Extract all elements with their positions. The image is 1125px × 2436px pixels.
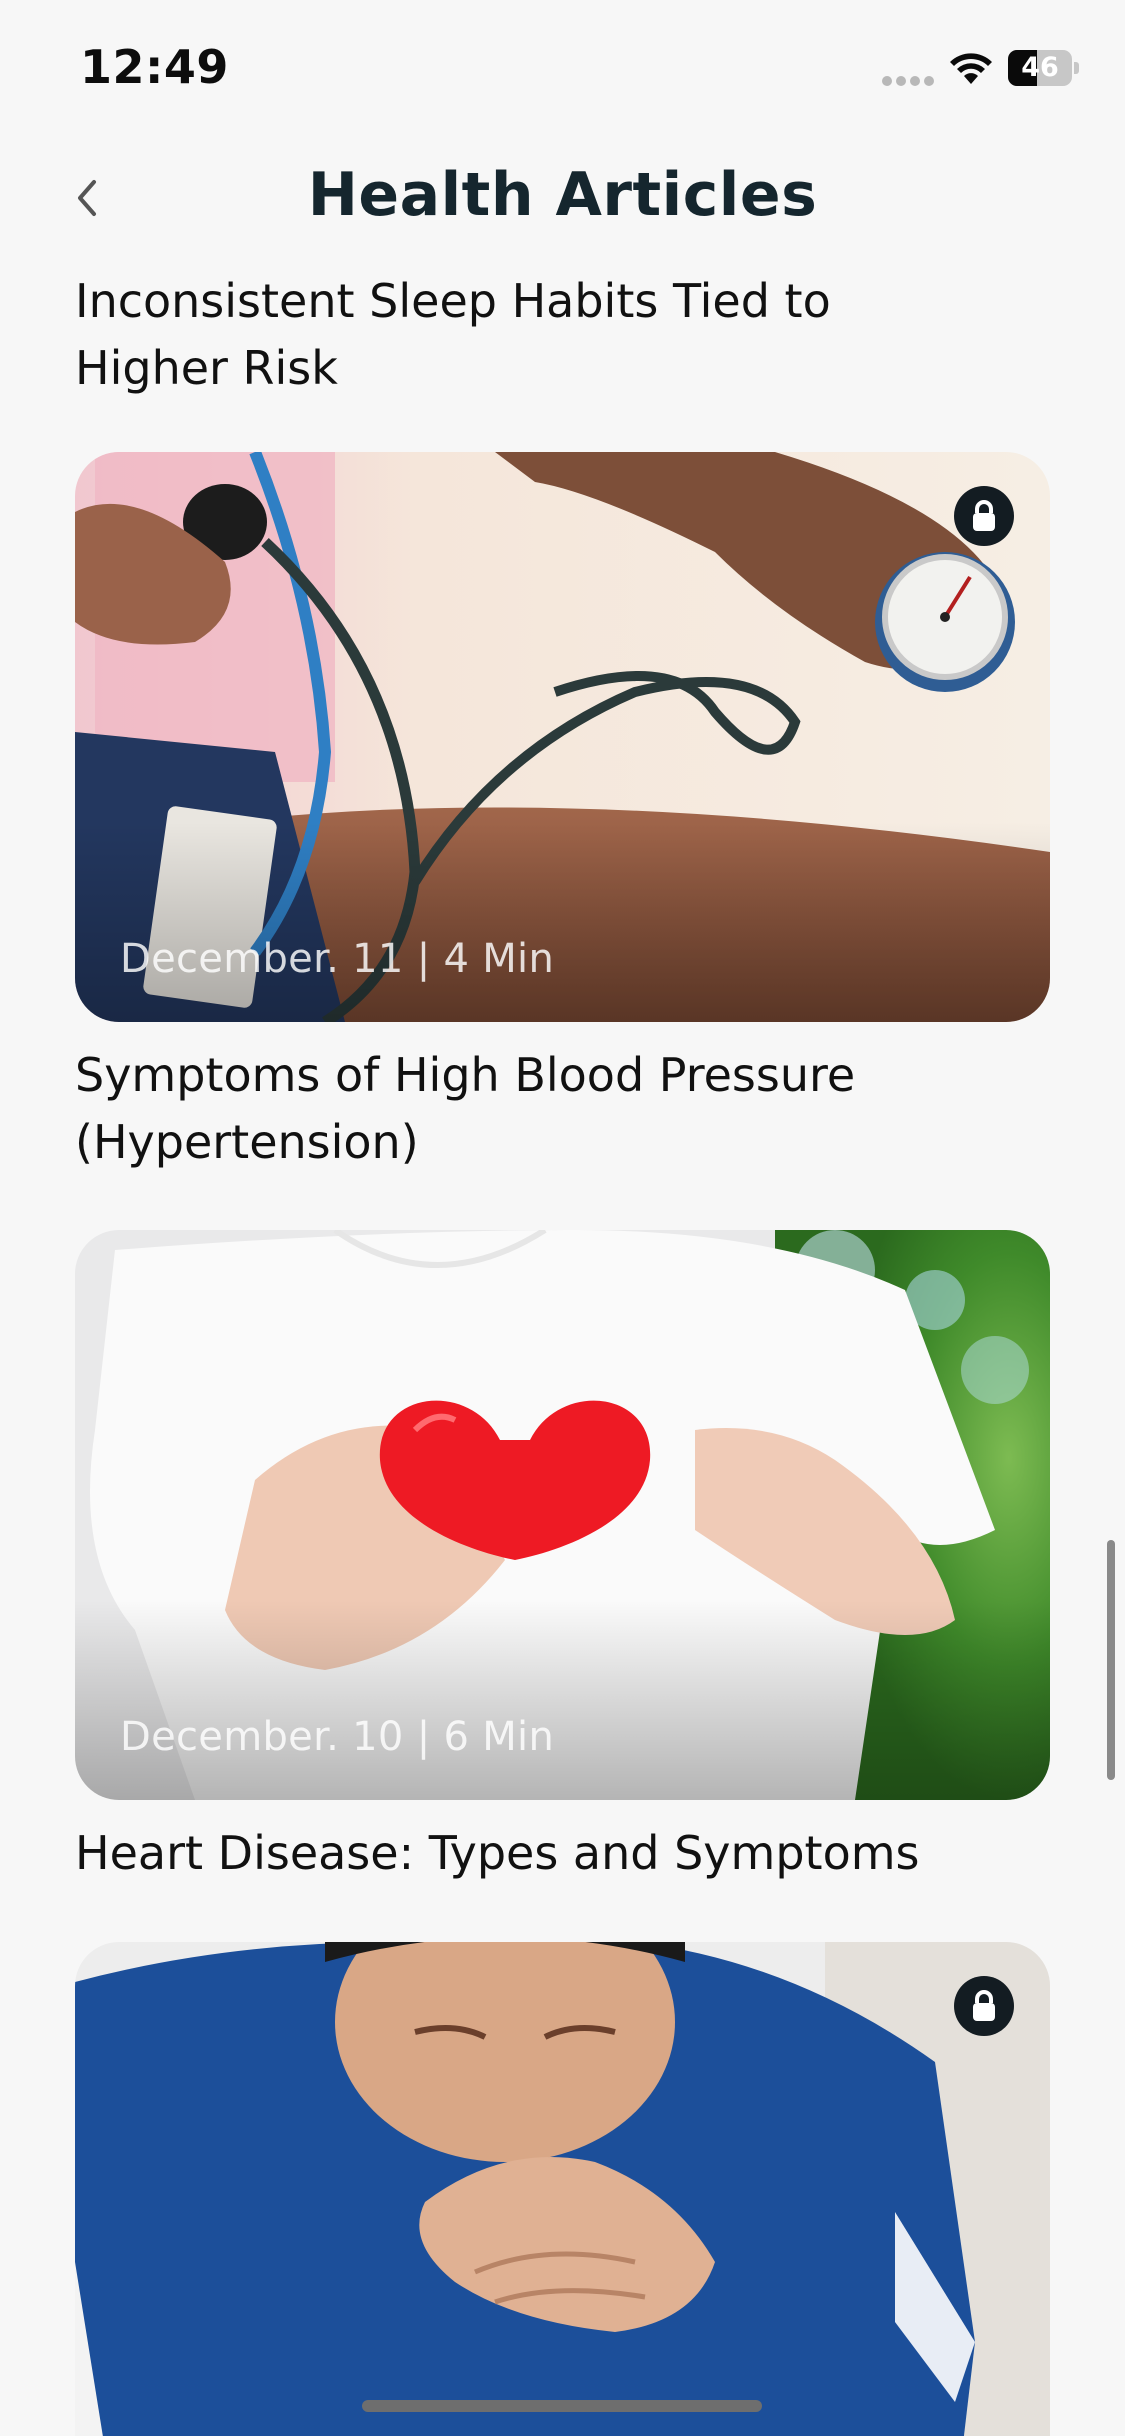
article-card[interactable]	[75, 1942, 1050, 2436]
page-title: Health Articles	[307, 160, 818, 230]
battery-icon: 46	[1008, 50, 1079, 86]
wifi-icon	[950, 53, 992, 84]
scrollbar[interactable]	[1107, 1540, 1115, 1780]
status-time: 12:49	[80, 40, 229, 94]
status-bar: 12:49 46	[0, 0, 1125, 140]
signal-dots-icon	[882, 76, 934, 86]
article-title[interactable]: Inconsistent Sleep Habits Tied to Higher…	[75, 268, 975, 402]
lock-icon	[954, 486, 1014, 546]
article-title[interactable]: Symptoms of High Blood Pressure (Hyperte…	[75, 1042, 975, 1176]
lock-icon	[954, 1976, 1014, 2036]
article-card[interactable]: December. 11 | 4 Min	[75, 452, 1050, 1022]
article-meta: December. 11 | 4 Min	[120, 936, 555, 982]
chest-pain-image	[75, 1942, 1050, 2436]
battery-level: 46	[1021, 52, 1059, 83]
home-indicator[interactable]	[362, 2400, 762, 2412]
article-meta: December. 10 | 6 Min	[120, 1714, 555, 1760]
article-title[interactable]: Heart Disease: Types and Symptoms	[75, 1820, 975, 1887]
article-card[interactable]: December. 10 | 6 Min	[75, 1230, 1050, 1800]
article-list[interactable]: Inconsistent Sleep Habits Tied to Higher…	[0, 250, 1125, 2436]
